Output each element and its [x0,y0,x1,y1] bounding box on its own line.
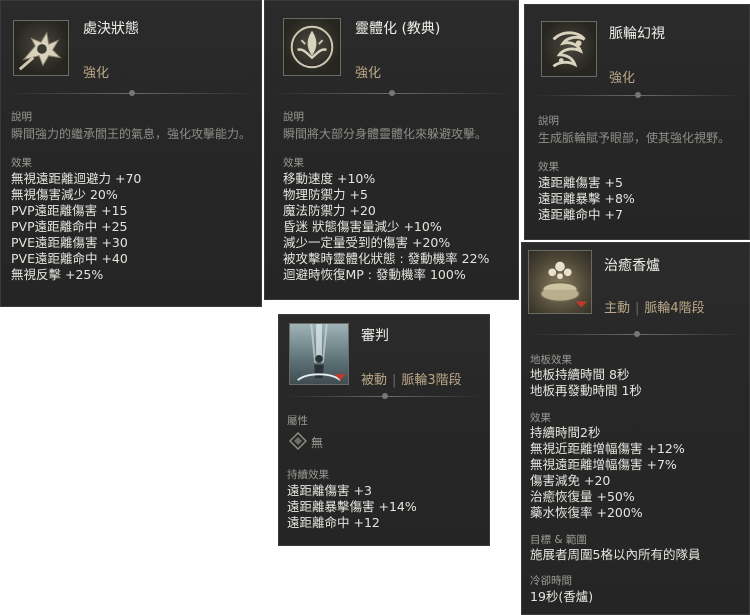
effect-line: PVE遠距離傷害 +30 [11,235,128,250]
effect-line: PVP遠距離傷害 +15 [11,203,128,218]
effect-line: 物理防禦力 +5 [283,187,368,202]
effect-line: 迴避時恢復MP : 發動機率 100% [283,267,466,282]
effect-line: 移動速度 +10% [283,171,376,186]
effect-line: 治癒恢復量 +50% [530,489,635,504]
skill-subtitle: 強化 [83,66,110,81]
effect-list: 移動速度 +10% 物理防禦力 +5 魔法防禦力 +20 昏迷 狀態傷害量減少 … [283,171,489,283]
diamond-attribute-icon [288,431,308,451]
skill-subtitle: 強化 [355,66,382,81]
description-label: 說明 [538,115,559,127]
effect-line: 被攻擊時靈體化狀態 : 發動機率 22% [283,251,490,266]
skill-tooltip-execution-state: 處決狀態 強化 說明 瞬間強力的繼承閻王的氣息，強化攻擊能力。 效果 無視遠距離… [0,0,262,307]
effect-line: 傷害減免 +20 [530,473,611,488]
skill-tooltip-chakra-vision: 脈輪幻視 強化 說明 生成脈輪賦予眼部，使其強化視野。 效果 遠距離傷害 +5 … [524,4,750,240]
effect-line: 遠距離傷害 +5 [538,175,623,190]
skill-type-row: 被動 | 脈輪3階段 [361,369,462,388]
description-text: 瞬間強力的繼承閻王的氣息，強化攻擊能力。 [11,127,252,141]
effect-label: 效果 [283,157,304,169]
effect-line: 昏迷 狀態傷害量減少 +10% [283,219,442,234]
skill-type: 主動 [604,301,631,316]
divider-dot [634,331,640,337]
skill-name: 處決狀態 [83,21,139,37]
skill-tier: 脈輪3階段 [401,373,462,388]
judgment-icon [289,323,349,385]
cooldown-value: 19秒(香爐) [530,589,594,604]
target-range-label: 目標 & 範圍 [530,534,587,546]
skill-type-row: 主動 | 脈輪4階段 [604,297,705,316]
skill-type: 被動 [361,373,388,388]
attribute-label: 屬性 [287,415,308,427]
chakra-vision-icon [541,21,597,77]
effect-line: 無視遠距離增幅傷害 +7% [530,457,677,472]
effect-line: 無視遠距離迴避力 +70 [11,171,142,186]
effect-line: 無視反擊 +25% [11,267,104,282]
effect-line: 遠距離命中 +12 [287,515,380,530]
spirit-form-icon [283,18,341,76]
divider-dot [382,393,388,399]
effect-line: 遠距離命中 +7 [538,207,623,222]
effect-line: 減少一定量受到的傷害 +20% [283,235,451,250]
effect-label: 效果 [11,157,32,169]
effect-line: 無視近距離增幅傷害 +12% [530,441,685,456]
effect-line: 持續時間2秒 [530,425,601,440]
description-label: 說明 [283,111,304,123]
target-range-value: 施展者周圍5格以內所有的隊員 [530,547,701,562]
effect-line: 藥水恢復率 +200% [530,505,643,520]
effect-label: 效果 [538,161,559,173]
effect-label: 效果 [530,412,551,424]
effect-line: PVP遠距離命中 +25 [11,219,128,234]
attribute-value: 無 [311,436,324,450]
separator: | [392,373,397,388]
skill-name: 審判 [361,328,389,344]
divider-dot [389,90,395,96]
effect-line: 遠距離傷害 +3 [287,483,372,498]
effect-list: 無視遠距離迴避力 +70 無視傷害減少 20% PVP遠距離傷害 +15 PVP… [11,171,141,283]
skill-tier: 脈輪4階段 [644,301,705,316]
floor-effect-list: 地板持續時間 8秒 地板再發動時間 1秒 [530,367,642,399]
skill-name: 脈輪幻視 [609,26,665,42]
floor-effect-label: 地板效果 [530,354,572,366]
skill-subtitle: 強化 [609,71,636,86]
description-text: 瞬間將大部分身體靈體化來躲避攻擊。 [283,127,488,141]
separator: | [635,301,640,316]
effect-line: PVE遠距離命中 +40 [11,251,128,266]
effect-list: 遠距離傷害 +5 遠距離暴擊 +8% 遠距離命中 +7 [538,175,635,223]
execution-state-icon [13,20,69,76]
skill-tooltip-healing-censer: 治癒香爐 主動 | 脈輪4階段 地板效果 地板持續時間 8秒 地板再發動時間 1秒 … [521,242,750,615]
healing-censer-icon [528,250,592,314]
effect-line: 遠距離暴擊 +8% [538,191,635,206]
skill-name: 靈體化 (教典) [355,21,441,37]
skill-tooltip-spirit-form: 靈體化 (教典) 強化 說明 瞬間將大部分身體靈體化來躲避攻擊。 效果 移動速度… [264,0,519,300]
divider-dot [635,92,641,98]
effect-line: 魔法防禦力 +20 [283,203,376,218]
effect-line: 無視傷害減少 20% [11,187,118,202]
divider-dot [129,90,135,96]
skill-name: 治癒香爐 [604,258,660,274]
description-label: 說明 [11,111,32,123]
effect-list: 遠距離傷害 +3 遠距離暴擊傷害 +14% 遠距離命中 +12 [287,483,417,531]
floor-effect-line: 地板持續時間 8秒 [530,367,630,382]
description-text: 生成脈輪賦予眼部，使其強化視野。 [538,131,731,145]
effect-line: 遠距離暴擊傷害 +14% [287,499,417,514]
skill-tooltip-judgment: 審判 被動 | 脈輪3階段 屬性 無 持續效果 遠距離傷害 +3 遠距離暴擊傷害 +… [278,314,490,546]
floor-effect-line: 地板再發動時間 1秒 [530,383,642,398]
effect-list: 持續時間2秒 無視近距離增幅傷害 +12% 無視遠距離增幅傷害 +7% 傷害減免… [530,425,685,521]
cooldown-label: 冷卻時間 [530,575,572,587]
effect-label: 持續效果 [287,469,329,481]
